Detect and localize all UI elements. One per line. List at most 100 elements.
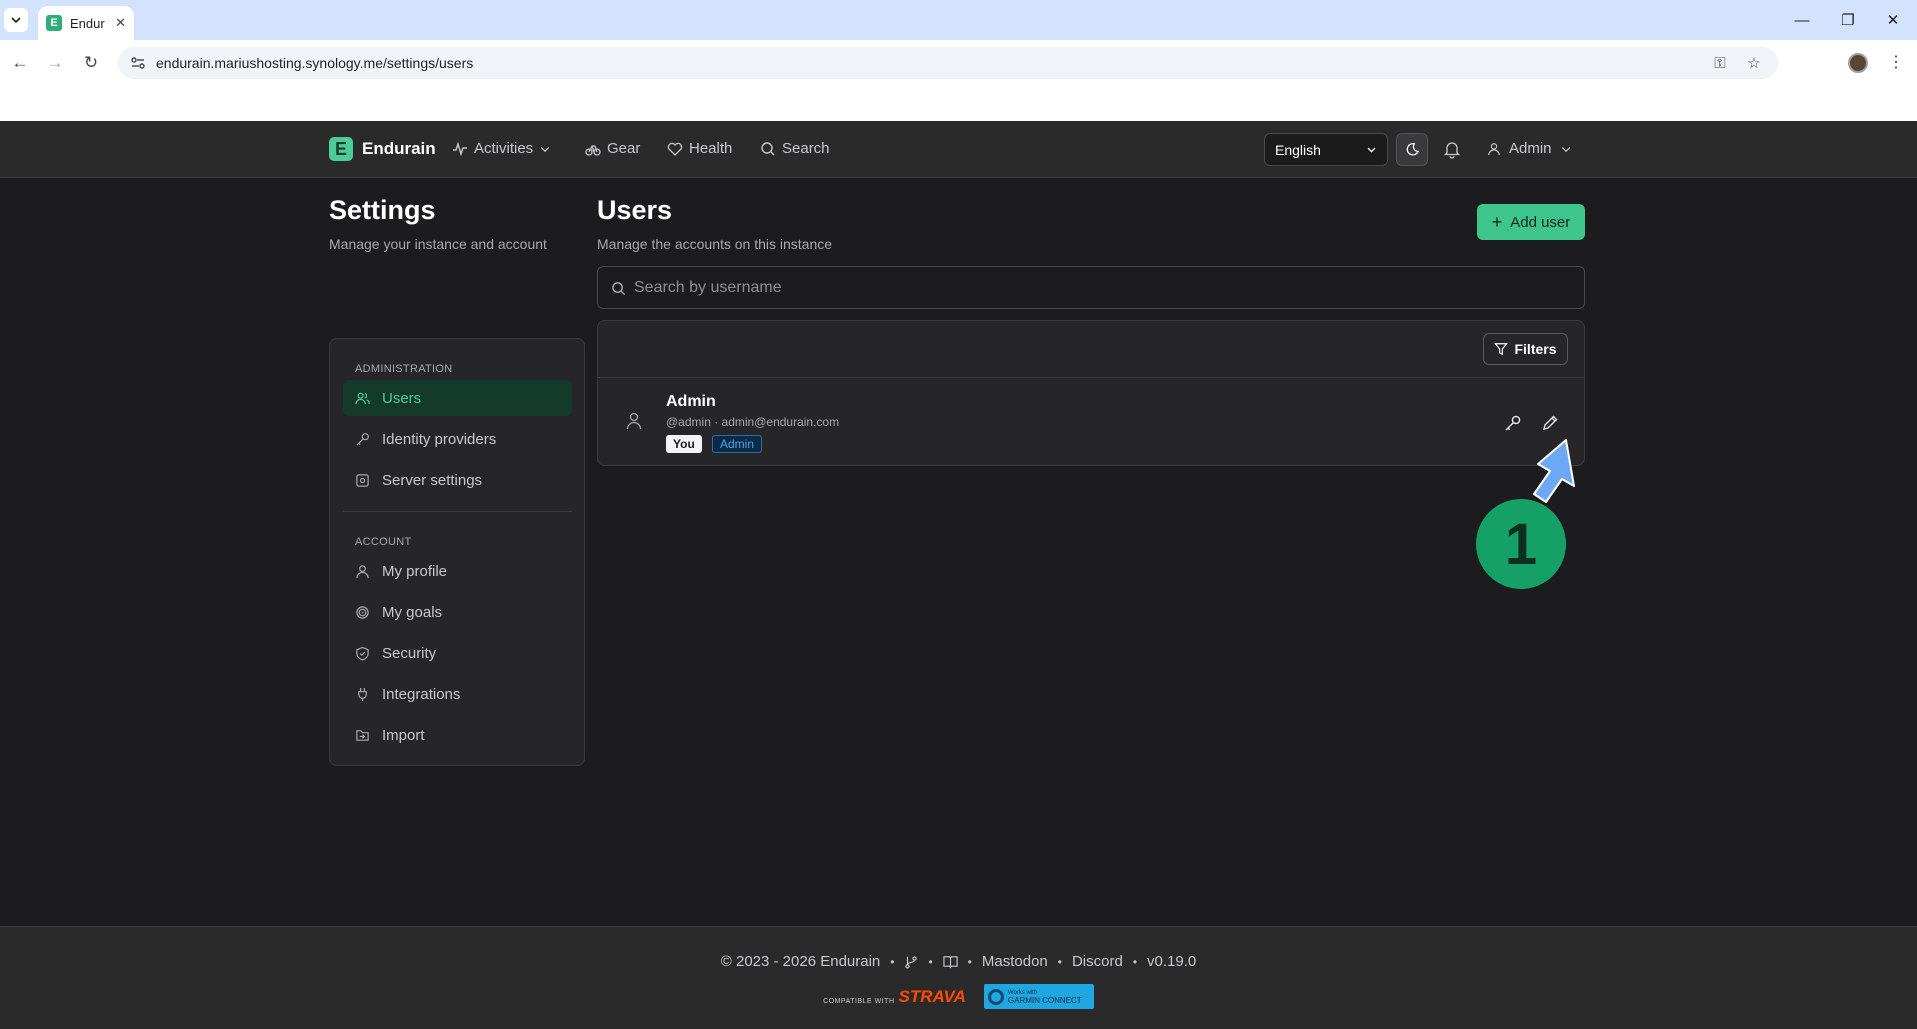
- nav-gear[interactable]: Gear: [585, 140, 640, 157]
- bookmark-star-icon[interactable]: ☆: [1744, 53, 1764, 73]
- plus-icon: +: [1491, 212, 1503, 232]
- garmin-ring-icon: [987, 988, 1004, 1005]
- app-header: E Endurain Activities Gear Health Search…: [0, 121, 1917, 178]
- add-user-label: Add user: [1510, 213, 1571, 231]
- browser-menu-icon[interactable]: ⋮: [1888, 52, 1904, 72]
- close-tab-icon[interactable]: ✕: [115, 15, 126, 31]
- sidebar-item-security[interactable]: Security: [343, 635, 572, 671]
- user-menu-label: Admin: [1509, 140, 1552, 157]
- restore-icon[interactable]: ❐: [1833, 8, 1863, 32]
- settings-subtitle: Manage your instance and account: [329, 236, 547, 252]
- site-info-icon[interactable]: [130, 55, 146, 71]
- nav-health[interactable]: Health: [667, 140, 732, 157]
- chevron-down-icon: [1367, 147, 1376, 153]
- sidebar-item-label: Import: [382, 726, 425, 744]
- user-meta: @admin · admin@endurain.com: [666, 415, 840, 429]
- search-icon: [612, 282, 626, 296]
- server-icon: [356, 473, 369, 487]
- sidebar-item-label: Server settings: [382, 471, 483, 489]
- brand-link[interactable]: E Endurain: [329, 137, 436, 161]
- book-icon[interactable]: [943, 954, 958, 969]
- browser-chrome: E Endur ✕ — ❐ ✕ ← → ↻ endurain.mariushos…: [0, 0, 1917, 121]
- filters-button[interactable]: Filters: [1483, 333, 1568, 365]
- version-text: v0.19.0: [1147, 953, 1197, 970]
- sidebar-item-label: My profile: [382, 562, 448, 580]
- tab-strip: E Endur ✕ — ❐ ✕: [0, 0, 1917, 40]
- tab-search-button[interactable]: [4, 8, 28, 32]
- sidebar-item-label: Identity providers: [382, 430, 497, 448]
- theme-toggle-button[interactable]: [1396, 133, 1428, 166]
- admin-badge: Admin: [712, 435, 763, 453]
- sidebar-item-label: Security: [382, 644, 437, 662]
- sidebar-item-server-settings[interactable]: Server settings: [343, 462, 572, 498]
- password-key-icon[interactable]: ⚿: [1710, 53, 1730, 73]
- nav-health-label: Health: [689, 140, 733, 157]
- minimize-icon[interactable]: —: [1787, 8, 1817, 32]
- git-branch-icon[interactable]: [904, 955, 918, 969]
- forward-icon[interactable]: →: [41, 49, 69, 77]
- users-title: Users: [597, 195, 673, 225]
- annotation-arrow-icon: [1533, 439, 1575, 503]
- endurain-logo-icon: E: [329, 137, 353, 161]
- reload-icon[interactable]: ↻: [77, 49, 105, 77]
- strava-logo[interactable]: COMPATIBLE WITH STRAVA: [823, 987, 966, 1007]
- users-list-card: Filters Admin @admin · admin@endurain.co…: [597, 320, 1585, 466]
- mastodon-link[interactable]: Mastodon: [982, 953, 1048, 970]
- sidebar-item-identity-providers[interactable]: Identity providers: [343, 421, 572, 457]
- key-icon: [356, 432, 369, 446]
- plug-icon: [358, 687, 367, 701]
- chevron-down-icon: [1561, 146, 1570, 152]
- garmin-connect-logo[interactable]: Works with GARMIN CONNECT: [983, 984, 1094, 1009]
- user-name: Admin: [666, 393, 716, 410]
- discord-link[interactable]: Discord: [1072, 953, 1123, 970]
- copyright-text: © 2023 - 2026 Endurain: [720, 953, 881, 970]
- garmin-line2: GARMIN CONNECT: [1007, 995, 1082, 1005]
- nav-search[interactable]: Search: [760, 140, 830, 157]
- back-icon[interactable]: ←: [6, 49, 34, 77]
- separator-dot: •: [1057, 954, 1062, 969]
- filter-icon: [1494, 343, 1509, 356]
- add-user-button[interactable]: + Add user: [1477, 204, 1585, 240]
- sidebar-item-my-goals[interactable]: My goals: [343, 594, 572, 630]
- close-window-icon[interactable]: ✕: [1878, 8, 1908, 32]
- sidebar-divider: [343, 511, 572, 512]
- search-icon: [761, 141, 775, 155]
- you-badge: You: [666, 435, 702, 453]
- bell-icon[interactable]: [1442, 139, 1462, 159]
- chevron-down-icon: [11, 17, 21, 24]
- sidebar-item-label: Users: [382, 389, 422, 407]
- step-number-badge: 1: [1476, 499, 1566, 589]
- activity-icon: [453, 141, 467, 156]
- address-bar[interactable]: endurain.mariushosting.synology.me/setti…: [118, 47, 1778, 79]
- shield-icon: [356, 646, 369, 661]
- language-value: English: [1275, 141, 1321, 158]
- profile-avatar[interactable]: [1848, 53, 1868, 73]
- browser-tab[interactable]: E Endur ✕: [38, 6, 134, 40]
- search-placeholder: Search by username: [634, 278, 782, 296]
- search-input[interactable]: Search by username: [597, 266, 1585, 309]
- section-label-account: ACCOUNT: [355, 536, 412, 548]
- strava-caption: COMPATIBLE WITH: [823, 997, 895, 1005]
- sidebar-item-import[interactable]: Import: [343, 717, 572, 753]
- chevron-down-icon: [541, 146, 550, 152]
- user-menu[interactable]: Admin: [1487, 140, 1572, 157]
- separator-dot: •: [1132, 954, 1138, 969]
- favicon-icon: E: [46, 15, 62, 31]
- heart-icon: [667, 142, 683, 156]
- sidebar-item-users[interactable]: Users: [343, 380, 572, 416]
- users-icon: [355, 392, 370, 404]
- language-select[interactable]: English: [1264, 133, 1388, 166]
- section-label-administration: ADMINISTRATION: [355, 363, 453, 375]
- nav-gear-label: Gear: [607, 140, 641, 157]
- moon-icon: [1406, 143, 1419, 156]
- partner-logos: COMPATIBLE WITH STRAVA Works with GARMIN…: [0, 984, 1917, 1009]
- brand-name: Endurain: [362, 139, 436, 158]
- sidebar-item-integrations[interactable]: Integrations: [343, 676, 572, 712]
- sidebar-item-my-profile[interactable]: My profile: [343, 553, 572, 589]
- browser-toolbar: ← → ↻ endurain.mariushosting.synology.me…: [0, 40, 1917, 86]
- strava-wordmark: STRAVA: [898, 986, 966, 1006]
- settings-sidebar: ADMINISTRATION Users Identity providers …: [329, 338, 585, 766]
- settings-title: Settings: [329, 195, 436, 225]
- nav-activities[interactable]: Activities: [452, 140, 551, 157]
- footer-links: © 2023 - 2026 Endurain • • • Mastodon • …: [0, 953, 1917, 970]
